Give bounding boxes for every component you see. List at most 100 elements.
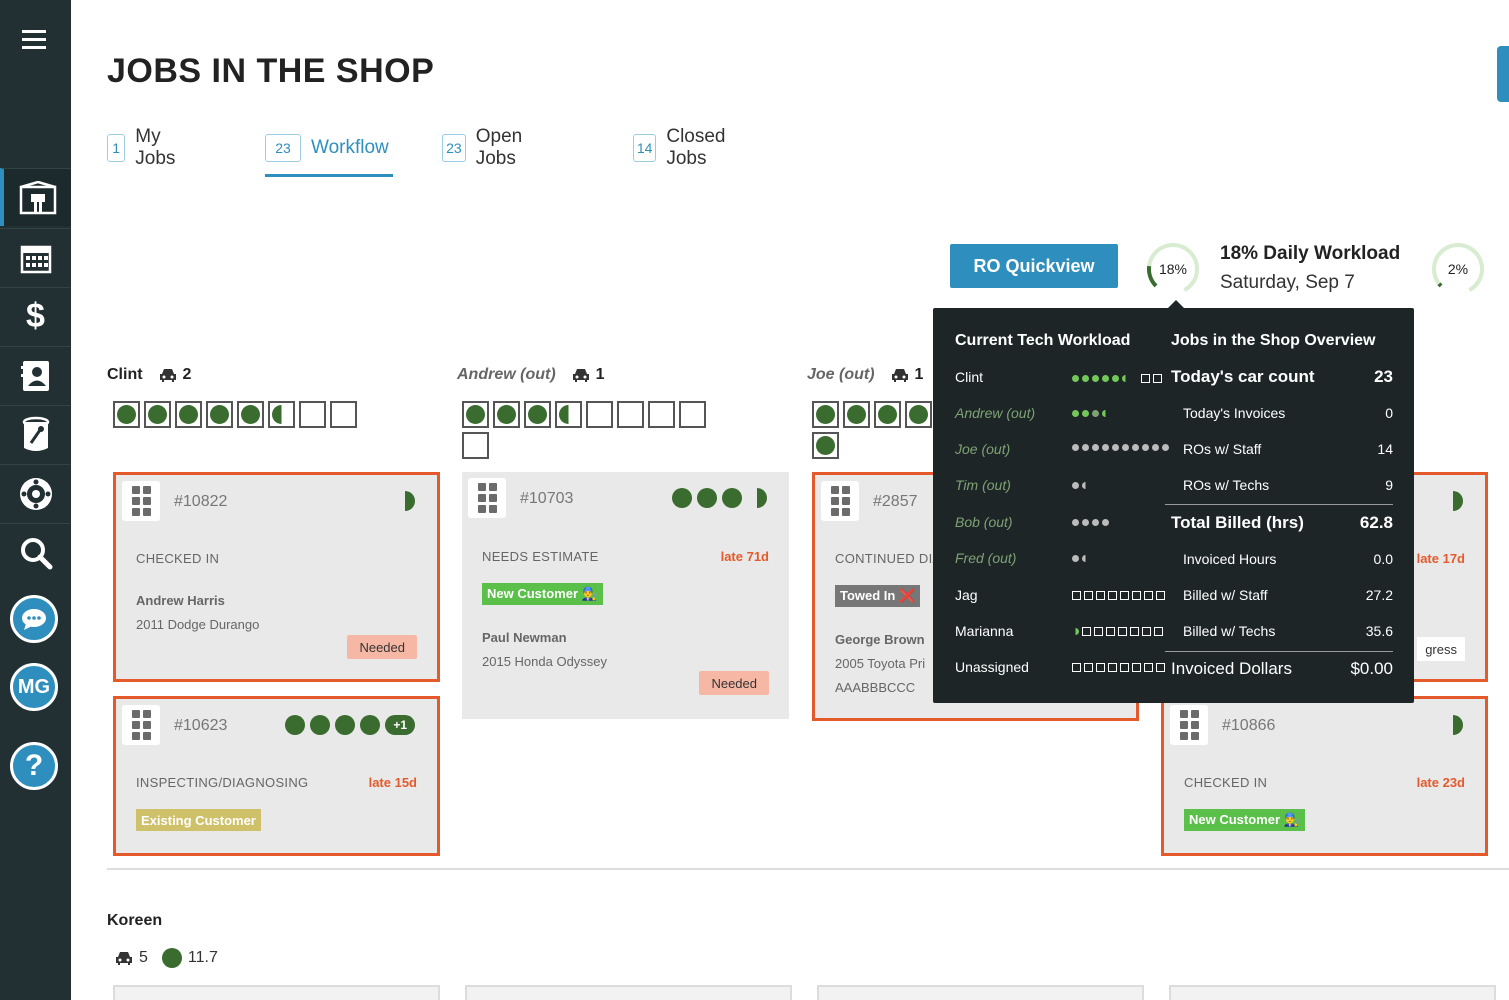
sidebar-item-shop[interactable]: [0, 168, 71, 226]
vehicle: 2005 Toyota Pri: [835, 656, 926, 671]
hour-slot: [843, 401, 870, 428]
stat-value: 27.2: [1365, 587, 1393, 603]
tech-workload-title: Current Tech Workload: [955, 332, 1131, 349]
job-status: CHECKED IN: [1184, 775, 1268, 790]
ro-number: #2857: [873, 493, 918, 510]
drag-handle-icon[interactable]: [821, 481, 859, 521]
tech-row: Unassigned: [955, 659, 1165, 675]
total-billed-row: Total Billed (hrs) 62.8: [1171, 513, 1393, 533]
car-icon: [891, 369, 908, 382]
hamburger-icon[interactable]: [22, 30, 46, 50]
tab-count: 23: [442, 134, 466, 162]
hour-slot: [874, 401, 901, 428]
main-content: JOBS IN THE SHOP 1 My Jobs 23 Workflow 2…: [71, 0, 1509, 1000]
ro-number: #10866: [1222, 717, 1276, 734]
sidebar-item-contacts[interactable]: [0, 346, 71, 404]
top-right-button[interactable]: [1497, 46, 1509, 102]
stat-label: Today's car count: [1171, 367, 1315, 386]
weekly-gauge[interactable]: 2%: [1431, 242, 1485, 296]
job-card[interactable]: [1169, 985, 1496, 1000]
job-card[interactable]: #10703 NEEDS ESTIMATE late 71d New Custo…: [462, 472, 789, 719]
tech-name: Clint: [955, 369, 984, 385]
stat-label: Billed w/ Techs: [1183, 623, 1276, 639]
job-card[interactable]: [465, 985, 792, 1000]
chat-button[interactable]: [10, 595, 58, 643]
drag-handle-icon[interactable]: [122, 705, 160, 745]
active-tab-indicator: [265, 174, 393, 177]
customer-type-badge: New Customer 👨‍🔧: [1184, 809, 1305, 831]
tech-row: Bob (out): [955, 514, 1155, 530]
tab-label: My Jobs: [135, 126, 176, 169]
job-status: CONTINUED DIA: [835, 551, 942, 566]
car-count: 1: [914, 366, 924, 383]
page-title: JOBS IN THE SHOP: [107, 52, 435, 90]
column-header-clint: Clint 2: [107, 366, 191, 384]
ro-number: #10703: [520, 490, 574, 507]
shop-icon: [19, 180, 56, 214]
car-count-row: Today's car count 23: [1171, 367, 1393, 387]
workload-title: 18% Daily Workload: [1220, 243, 1401, 264]
customer-name: George Brown: [835, 632, 925, 647]
stat-label: ROs w/ Techs: [1183, 477, 1270, 493]
tech-row: Andrew (out): [955, 405, 1155, 421]
sidebar-item-calendar[interactable]: [0, 228, 71, 286]
tech-row: Jag: [955, 587, 1165, 603]
tech-row: Fred (out): [955, 550, 1155, 566]
status-chip[interactable]: gress: [1417, 637, 1465, 661]
stat-label: Total Billed (hrs): [1171, 513, 1304, 532]
drag-handle-icon[interactable]: [122, 481, 160, 521]
divider: [1165, 651, 1393, 652]
tab-closed-jobs[interactable]: 14 Closed Jobs: [633, 126, 736, 169]
ros-staff-row: ROs w/ Staff 14: [1183, 441, 1393, 457]
tech-name: Andrew (out): [955, 405, 1036, 421]
tab-count: 23: [265, 134, 301, 162]
billed-staff-row: Billed w/ Staff 27.2: [1183, 587, 1393, 603]
sidebar-item-tires[interactable]: [0, 464, 71, 522]
dollar-icon: $: [26, 297, 45, 335]
sidebar-item-billing[interactable]: $: [0, 287, 71, 345]
workload-gauge[interactable]: 18%: [1146, 242, 1200, 296]
job-status: NEEDS ESTIMATE: [482, 549, 599, 564]
progress-dots: [672, 488, 767, 508]
drag-handle-icon[interactable]: [1170, 705, 1208, 745]
stat-label: Invoiced Hours: [1183, 551, 1277, 567]
sidebar-item-search[interactable]: [0, 523, 71, 581]
job-card[interactable]: [817, 985, 1144, 1000]
job-card[interactable]: #10822 CHECKED IN Andrew Harris 2011 Dod…: [113, 472, 440, 682]
tab-count: 14: [633, 134, 657, 162]
stat-value: 35.6: [1365, 623, 1393, 639]
job-card[interactable]: [113, 985, 440, 1000]
job-card[interactable]: #10623 +1 INSPECTING/DIAGNOSING late 15d…: [113, 696, 440, 856]
stat-value: 0: [1385, 405, 1393, 421]
customer-name: Paul Newman: [482, 630, 567, 645]
avatar[interactable]: MG: [10, 663, 58, 711]
car-icon: [116, 952, 132, 965]
job-status: INSPECTING/DIAGNOSING: [136, 775, 309, 790]
car-count: 1: [595, 366, 605, 383]
parts-icon: [22, 416, 49, 451]
chat-icon: [22, 609, 46, 630]
ro-quickview-button[interactable]: RO Quickview: [950, 244, 1118, 288]
ros-techs-row: ROs w/ Techs 9: [1183, 477, 1393, 493]
tab-workflow[interactable]: 23 Workflow: [265, 132, 389, 164]
late-indicator: late 15d: [368, 775, 417, 790]
hour-slot: [206, 401, 233, 428]
stat-label: Invoiced Dollars: [1171, 659, 1292, 678]
hour-slot: [493, 401, 520, 428]
gauge-value: 18%: [1158, 261, 1188, 277]
drag-handle-icon[interactable]: [468, 478, 506, 518]
job-card[interactable]: #10866 CHECKED IN late 23d New Customer …: [1161, 696, 1488, 856]
tab-open-jobs[interactable]: 23 Open Jobs: [442, 126, 534, 169]
invoiced-dollars-row: Invoiced Dollars $0.00: [1171, 659, 1393, 679]
needed-badge[interactable]: Needed: [347, 635, 417, 659]
tab-my-jobs[interactable]: 1 My Jobs: [107, 126, 183, 169]
overview-title: Jobs in the Shop Overview: [1171, 332, 1376, 349]
ro-number: #10623: [174, 717, 228, 734]
sidebar-item-parts[interactable]: [0, 405, 71, 463]
tab-label: Open Jobs: [475, 126, 523, 169]
customer-name: Andrew Harris: [136, 593, 225, 608]
help-button[interactable]: ?: [10, 742, 58, 790]
hours-dot-icon: [161, 948, 182, 968]
tech-name: Joe (out): [955, 441, 1011, 457]
needed-badge[interactable]: Needed: [699, 671, 769, 695]
